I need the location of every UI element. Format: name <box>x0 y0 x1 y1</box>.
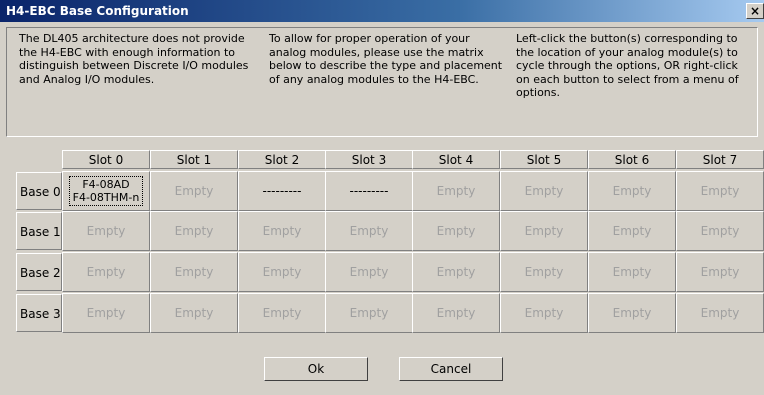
slot-button-base1-slot6[interactable]: Empty <box>588 211 676 251</box>
slot-button-base1-slot3[interactable]: Empty <box>325 211 413 251</box>
slot-button-base3-slot0[interactable]: Empty <box>62 293 150 333</box>
column-header-slot-7: Slot 7 <box>676 150 764 169</box>
window-title: H4-EBC Base Configuration <box>6 4 189 18</box>
row-header-base-3: Base 3 <box>16 294 62 332</box>
slot-button-base3-slot4[interactable]: Empty <box>412 293 500 333</box>
slot-button-base0-slot1[interactable]: Empty <box>150 171 238 211</box>
column-header-slot-3: Slot 3 <box>325 150 413 169</box>
close-button[interactable]: × <box>746 3 764 19</box>
title-bar: H4-EBC Base Configuration × <box>0 0 764 22</box>
cancel-button[interactable]: Cancel <box>399 357 503 381</box>
column-header-slot-1: Slot 1 <box>150 150 238 169</box>
info-text-usage: Left-click the button(s) corresponding t… <box>516 32 739 99</box>
slot-button-base2-slot1[interactable]: Empty <box>150 252 238 292</box>
slot-button-base3-slot6[interactable]: Empty <box>588 293 676 333</box>
slot-button-base0-slot5[interactable]: Empty <box>500 171 588 211</box>
slot-button-base1-slot0[interactable]: Empty <box>62 211 150 251</box>
slot-button-base2-slot5[interactable]: Empty <box>500 252 588 292</box>
slot-button-base1-slot1[interactable]: Empty <box>150 211 238 251</box>
slot-button-base3-slot5[interactable]: Empty <box>500 293 588 333</box>
column-header-slot-6: Slot 6 <box>588 150 676 169</box>
column-header-slot-0: Slot 0 <box>62 150 150 169</box>
slot-button-base3-slot1[interactable]: Empty <box>150 293 238 333</box>
row-header-base-1: Base 1 <box>16 212 62 250</box>
slot-button-base3-slot3[interactable]: Empty <box>325 293 413 333</box>
slot-button-base3-slot7[interactable]: Empty <box>676 293 764 333</box>
column-header-slot-5: Slot 5 <box>500 150 588 169</box>
column-header-slot-2: Slot 2 <box>238 150 326 169</box>
slot-button-base1-slot7[interactable]: Empty <box>676 211 764 251</box>
slot-button-base1-slot2[interactable]: Empty <box>238 211 326 251</box>
row-header-base-0: Base 0 <box>16 172 62 210</box>
info-text-instructions: To allow for proper operation of your an… <box>269 32 503 86</box>
slot-button-base0-slot7[interactable]: Empty <box>676 171 764 211</box>
slot-button-base2-slot4[interactable]: Empty <box>412 252 500 292</box>
slot-button-label: F4-08AD F4-08THM-n <box>68 176 144 206</box>
slot-button-base1-slot5[interactable]: Empty <box>500 211 588 251</box>
ok-button[interactable]: Ok <box>264 357 368 381</box>
column-header-slot-4: Slot 4 <box>412 150 500 169</box>
slot-button-base0-slot2[interactable]: --------- <box>238 171 326 211</box>
slot-button-base2-slot3[interactable]: Empty <box>325 252 413 292</box>
row-header-base-2: Base 2 <box>16 253 62 291</box>
slot-button-base3-slot2[interactable]: Empty <box>238 293 326 333</box>
slot-button-base1-slot4[interactable]: Empty <box>412 211 500 251</box>
slot-button-base2-slot0[interactable]: Empty <box>62 252 150 292</box>
slot-button-base0-slot4[interactable]: Empty <box>412 171 500 211</box>
slot-button-base2-slot6[interactable]: Empty <box>588 252 676 292</box>
info-panel: The DL405 architecture does not provide … <box>6 27 758 137</box>
slot-button-base2-slot2[interactable]: Empty <box>238 252 326 292</box>
slot-button-base0-slot6[interactable]: Empty <box>588 171 676 211</box>
slot-button-base0-slot3[interactable]: --------- <box>325 171 413 211</box>
info-text-architecture: The DL405 architecture does not provide … <box>19 32 249 86</box>
slot-button-base0-slot0[interactable]: F4-08AD F4-08THM-n <box>62 171 150 211</box>
slot-button-base2-slot7[interactable]: Empty <box>676 252 764 292</box>
